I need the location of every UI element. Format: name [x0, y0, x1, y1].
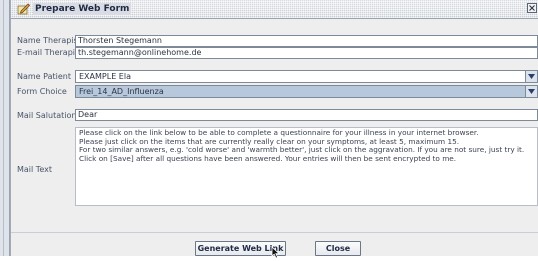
divider — [3, 0, 4, 256]
footer-divider — [11, 232, 538, 233]
form-choice-combo[interactable]: Frei_14_AD_Influenza — [75, 85, 538, 98]
mail-text-line: Click on [Save] after all questions have… — [79, 153, 457, 163]
chevron-down-icon[interactable] — [525, 86, 537, 97]
prepare-web-form-dialog: Prepare Web Form Name Therapist Thorsten… — [10, 0, 538, 256]
close-icon[interactable] — [527, 3, 537, 13]
form-choice-label: Form Choice — [17, 87, 67, 96]
mail-salutation-label: Mail Salutation — [17, 111, 77, 120]
close-button[interactable]: Close — [315, 241, 361, 256]
form-choice-value: Frei_14_AD_Influenza — [79, 87, 164, 96]
pen-paper-icon — [17, 2, 30, 15]
chevron-down-icon[interactable] — [525, 71, 537, 82]
mail-text-area[interactable]: Please click on the link below to be abl… — [75, 127, 538, 206]
name-patient-combo[interactable]: EXAMPLE Ela — [75, 70, 538, 83]
name-therapist-label: Name Therapist — [17, 36, 81, 45]
background-window-edge — [0, 0, 10, 256]
mail-text-label: Mail Text — [17, 165, 52, 174]
mail-salutation-field[interactable]: Dear — [75, 109, 538, 121]
name-patient-label: Name Patient — [17, 72, 71, 81]
name-therapist-field[interactable]: Thorsten Stegemann — [75, 35, 538, 47]
mouse-pointer-icon — [271, 246, 281, 259]
email-therapist-field[interactable]: th.stegemann@onlinehome.de — [75, 47, 538, 59]
window-title: Prepare Web Form — [33, 3, 132, 15]
name-patient-value: EXAMPLE Ela — [79, 72, 131, 81]
email-therapist-label: E-mail Therapist — [17, 48, 83, 57]
title-bar[interactable]: Prepare Web Form — [11, 0, 538, 19]
